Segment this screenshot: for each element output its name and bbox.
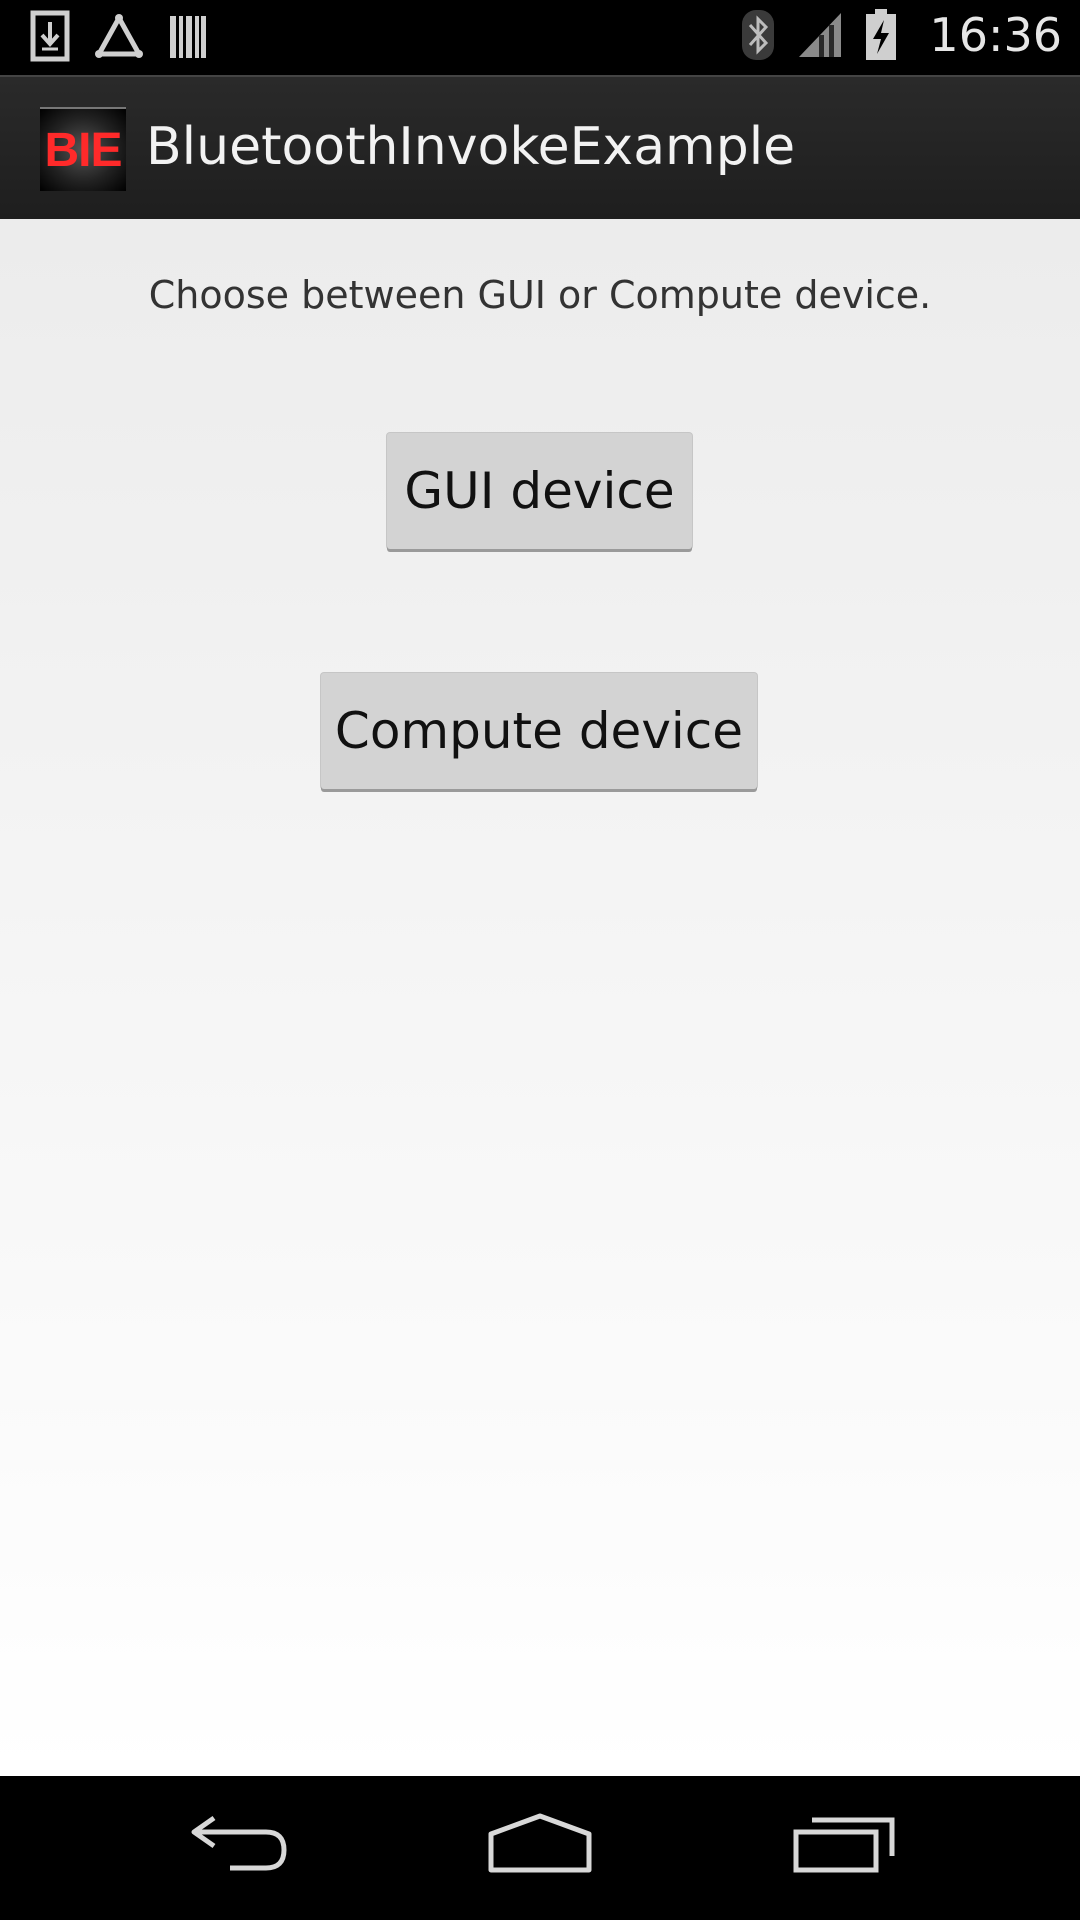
barcode-icon <box>168 12 208 60</box>
app-title: BluetoothInvokeExample <box>146 117 796 177</box>
action-bar: BIE BluetoothInvokeExample <box>0 75 1080 221</box>
status-right-icons: 16:36 <box>741 8 1062 62</box>
app-icon-text: BIE <box>44 123 122 177</box>
recent-apps-icon[interactable] <box>792 1812 896 1878</box>
status-bar: 16:36 <box>0 0 1080 75</box>
choice-prompt: Choose between GUI or Compute device. <box>148 273 932 317</box>
app-icon: BIE <box>40 107 126 191</box>
triangle-notification-icon <box>94 12 144 60</box>
navigation-bar <box>0 1776 1080 1920</box>
bluetooth-icon <box>741 9 775 61</box>
home-icon[interactable] <box>485 1812 595 1878</box>
download-icon <box>30 10 70 62</box>
back-icon[interactable] <box>190 1812 290 1876</box>
gui-device-button[interactable]: GUI device <box>387 433 692 549</box>
status-clock: 16:36 <box>929 8 1062 62</box>
status-left-icons <box>30 10 208 62</box>
battery-charging-icon <box>865 9 897 61</box>
signal-icon <box>797 11 843 59</box>
main-content: Choose between GUI or Compute device. GU… <box>0 219 1080 1776</box>
compute-device-button[interactable]: Compute device <box>321 673 757 789</box>
